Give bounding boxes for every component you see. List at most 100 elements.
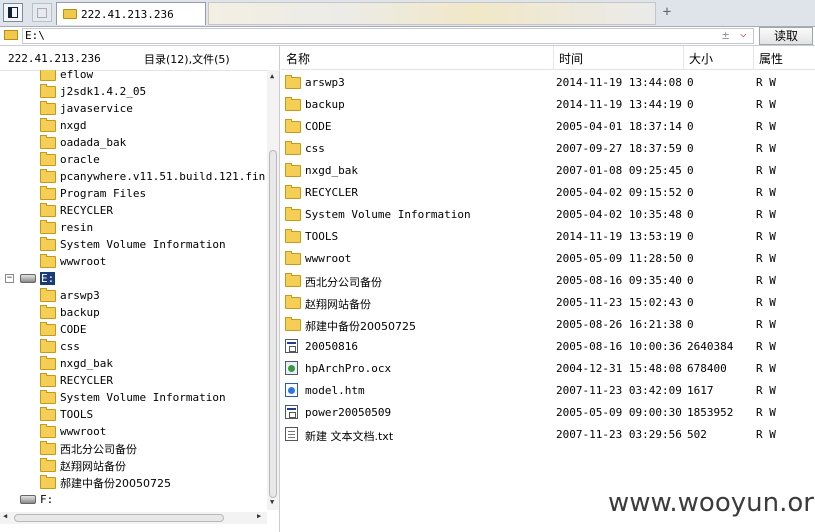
file-row[interactable]: CODE 2005-04-01 18:37:14 0 R W — [281, 115, 815, 137]
tree-folder-item[interactable]: oracle — [40, 151, 100, 168]
file-name: arswp3 — [305, 76, 345, 89]
folder-icon — [40, 168, 56, 183]
tree-item-label: wwwroot — [60, 425, 107, 438]
file-row[interactable]: 郝建中备份20050725 2005-08-26 16:21:38 0 R W — [281, 313, 815, 335]
file-size: 0 — [687, 274, 694, 287]
tree-folder-item[interactable]: resin — [40, 219, 93, 236]
file-time: 2005-04-01 18:37:14 — [556, 120, 682, 133]
panel-toggle-button[interactable] — [3, 3, 23, 22]
tree-drive-item[interactable]: E: — [20, 270, 56, 287]
file-row[interactable]: RECYCLER 2005-04-02 09:15:52 0 R W — [281, 181, 815, 203]
folder-icon — [40, 185, 56, 200]
file-name: nxgd_bak — [305, 164, 358, 177]
tab-bar: 222.41.213.236 + — [0, 0, 815, 27]
tree-folder-item[interactable]: 郝建中备份20050725 — [40, 474, 171, 491]
tree-vertical-scrollbar[interactable]: ▲ ▼ — [267, 70, 279, 510]
column-divider[interactable] — [753, 46, 754, 69]
tree-folder-item[interactable]: j2sdk1.4.2_05 — [40, 83, 146, 100]
scroll-left-icon[interactable]: ◀ — [3, 512, 7, 520]
tree-folder-item[interactable]: RECYCLER — [40, 202, 113, 219]
folder-icon — [40, 474, 56, 489]
column-divider[interactable] — [553, 46, 554, 69]
column-name[interactable]: 名称 — [286, 50, 310, 67]
file-size: 0 — [687, 318, 694, 331]
folder-icon — [40, 100, 56, 115]
file-row[interactable]: model.htm 2007-11-23 03:42:09 1617 R W — [281, 379, 815, 401]
folder-icon — [40, 117, 56, 132]
path-input[interactable]: E:\ — [22, 28, 754, 44]
file-row[interactable]: power20050509 2005-05-09 09:00:30 1853952 R… — [281, 401, 815, 423]
tab-active[interactable]: 222.41.213.236 — [56, 2, 206, 25]
tree-folder-item[interactable]: RECYCLER — [40, 372, 113, 389]
tree-folder-item[interactable]: css — [40, 338, 80, 355]
tab-obscured[interactable] — [208, 2, 656, 25]
exe-file-icon — [285, 405, 298, 419]
column-divider[interactable] — [683, 46, 684, 69]
add-tab-button[interactable]: + — [660, 4, 674, 20]
tree-item-label: E: — [40, 272, 56, 285]
tree-folder-item[interactable]: System Volume Information — [40, 236, 226, 253]
scroll-down-icon[interactable]: ▼ — [270, 498, 274, 506]
file-row[interactable]: 赵翔网站备份 2005-11-23 15:02:43 0 R W — [281, 291, 815, 313]
tree-folder-item[interactable]: CODE — [40, 321, 87, 338]
file-row[interactable]: TOOLS 2014-11-19 13:53:19 0 R W — [281, 225, 815, 247]
collapse-toggle-icon[interactable]: − — [5, 274, 14, 283]
tree-folder-item[interactable]: pcanywhere.v11.51.build.121.final.l — [40, 168, 266, 185]
file-row[interactable]: css 2007-09-27 18:37:59 0 R W — [281, 137, 815, 159]
file-name: css — [305, 142, 325, 155]
tree-horizontal-scrollbar[interactable]: ◀ ▶ — [0, 512, 267, 524]
column-time[interactable]: 时间 — [559, 50, 583, 67]
scroll-right-icon[interactable]: ▶ — [257, 512, 261, 520]
file-row[interactable]: hpArchPro.ocx 2004-12-31 15:48:08 678400 R … — [281, 357, 815, 379]
file-row[interactable]: System Volume Information 2005-04-02 10:3… — [281, 203, 815, 225]
tree-folder-item[interactable]: wwwroot — [40, 253, 106, 270]
file-name: power20050509 — [305, 406, 392, 419]
folder-icon — [285, 273, 305, 287]
tree-folder-item[interactable]: backup — [40, 304, 100, 321]
tree-folder-item[interactable]: oadada_bak — [40, 134, 126, 151]
file-row[interactable]: 西北分公司备份 2005-08-16 09:35:40 0 R W — [281, 269, 815, 291]
ocx-file-icon — [285, 361, 298, 375]
plus-minus-icon[interactable]: ± — [722, 28, 729, 42]
tree-folder-item[interactable]: 西北分公司备份 — [40, 440, 137, 457]
file-row[interactable]: backup 2014-11-19 13:44:19 0 R W — [281, 93, 815, 115]
drive-icon — [20, 495, 36, 504]
folder-icon — [285, 295, 305, 309]
tree-folder-item[interactable]: arswp3 — [40, 287, 100, 304]
tree-folder-item[interactable]: TOOLS — [40, 406, 93, 423]
tree-folder-item[interactable]: nxgd — [40, 117, 87, 134]
file-row[interactable]: wwwroot 2005-05-09 11:28:50 0 R W — [281, 247, 815, 269]
file-size: 0 — [687, 186, 694, 199]
tree-folder-item[interactable]: eflow — [40, 70, 93, 83]
file-size: 0 — [687, 120, 694, 133]
file-size: 0 — [687, 76, 694, 89]
tree-folder-item[interactable]: nxgd_bak — [40, 355, 113, 372]
tree-drive-item[interactable]: F: — [20, 491, 53, 508]
tree-folder-item[interactable]: System Volume Information — [40, 389, 226, 406]
chevron-down-icon[interactable]: ⌵ — [740, 27, 747, 40]
file-row[interactable]: 20050816 2005-08-16 10:00:36 2640384 R W — [281, 335, 815, 357]
column-size[interactable]: 大小 — [689, 50, 713, 67]
file-name: CODE — [305, 120, 332, 133]
folder-icon — [40, 406, 56, 421]
file-size: 0 — [687, 164, 694, 177]
folder-icon — [40, 440, 56, 455]
tree-folder-item[interactable]: 赵翔网站备份 — [40, 457, 126, 474]
tree-folder-item[interactable]: Program Files — [40, 185, 146, 202]
file-row[interactable]: arswp3 2014-11-19 13:44:08 0 R W — [281, 71, 815, 93]
read-button[interactable]: 读取 — [759, 27, 813, 45]
tree-folder-item[interactable]: wwwroot — [40, 423, 106, 440]
file-row[interactable]: 新建 文本文档.txt 2007-11-23 03:29:56 502 R W — [281, 423, 815, 445]
file-size: 0 — [687, 98, 694, 111]
tree-item-label: CODE — [60, 323, 87, 336]
folder-icon — [285, 75, 305, 89]
file-row[interactable]: nxgd_bak 2007-01-08 09:25:45 0 R W — [281, 159, 815, 181]
column-attributes[interactable]: 属性 — [759, 50, 783, 67]
tree-folder-item[interactable]: javaservice — [40, 100, 133, 117]
file-name: RECYCLER — [305, 186, 358, 199]
file-attributes: R W — [756, 230, 776, 243]
new-window-button[interactable] — [32, 3, 52, 22]
scroll-thumb[interactable] — [14, 514, 224, 522]
scroll-thumb[interactable] — [269, 150, 277, 498]
scroll-up-icon[interactable]: ▲ — [270, 72, 274, 80]
